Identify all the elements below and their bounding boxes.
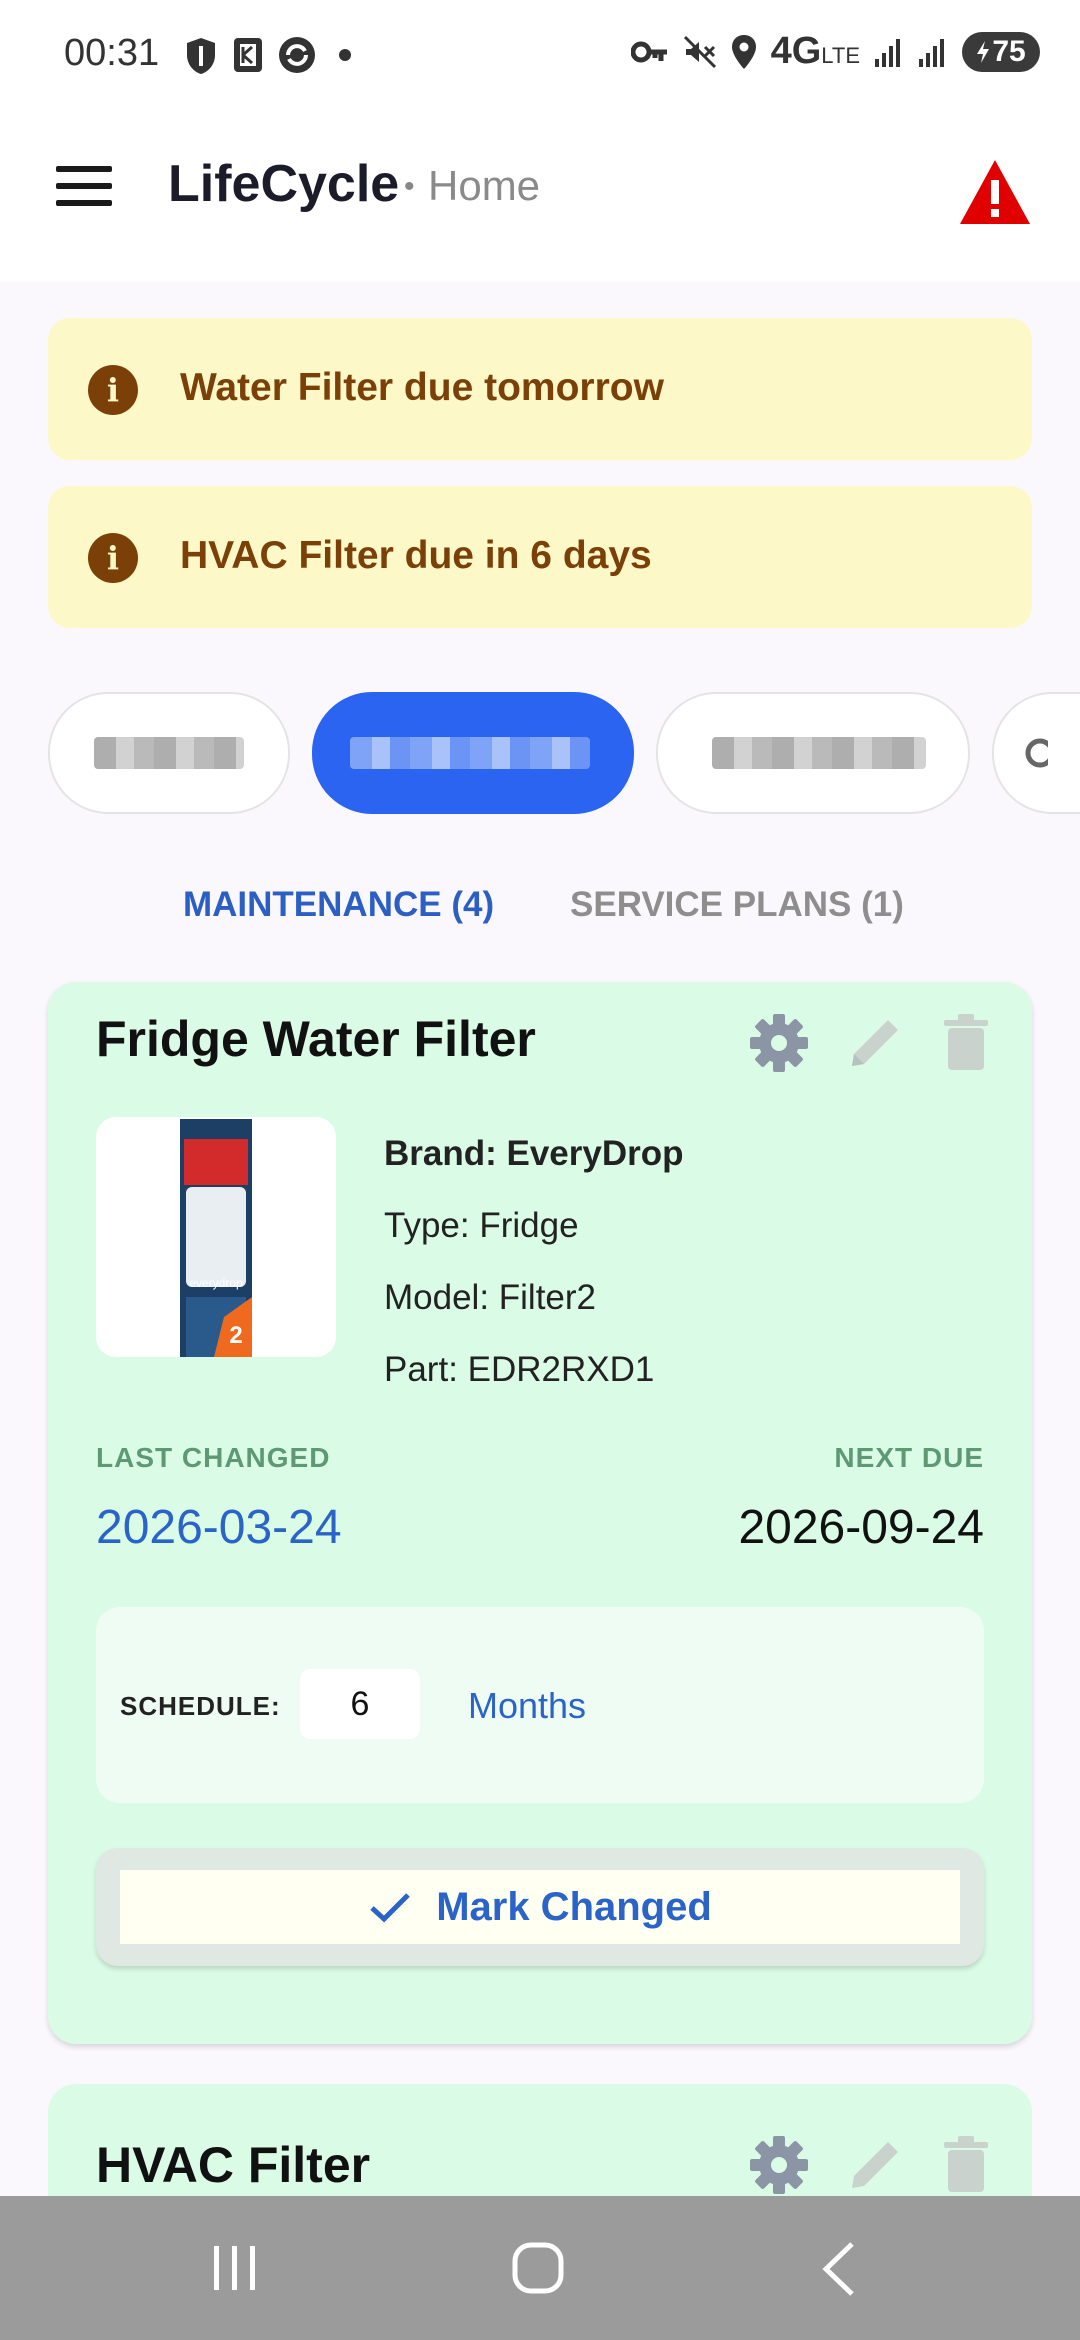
warning-icon[interactable] (958, 158, 1032, 226)
schedule-label: SCHEDULE: (120, 1691, 281, 1721)
delete-trash-icon[interactable] (940, 1012, 992, 1074)
alert-text: Water Filter due tomorrow (180, 366, 664, 409)
recent-apps-icon[interactable] (210, 2242, 260, 2294)
gear-icon[interactable] (748, 1012, 810, 1074)
hamburger-icon (56, 166, 112, 172)
filter-chip[interactable] (656, 692, 970, 814)
filter-chip-active[interactable] (312, 692, 634, 814)
info-icon: i (88, 365, 138, 415)
gear-icon[interactable] (748, 2134, 810, 2196)
spec-part: Part: EDR2RXD1 (384, 1350, 655, 1389)
next-due-date: 2026-09-24 (738, 1501, 984, 1554)
schedule-panel: SCHEDULE: 6 Months (96, 1607, 984, 1803)
mark-changed-button[interactable]: Mark Changed (96, 1848, 984, 1966)
checkmark-icon (370, 1893, 410, 1923)
app-bar: LifeCycle • Home (0, 110, 1080, 282)
shield-icon (187, 38, 215, 74)
product-badge-text: 2 (229, 1322, 242, 1349)
filter-chip[interactable] (48, 692, 290, 814)
network-type: 4GLTE (770, 30, 860, 72)
tab-service-plans[interactable]: SERVICE PLANS (1) (570, 885, 904, 925)
alert-banner[interactable]: i HVAC Filter due in 6 days (48, 486, 1032, 628)
k-badge-icon (234, 38, 262, 72)
edit-pencil-icon[interactable] (844, 2134, 906, 2196)
location-icon (731, 34, 756, 69)
spec-model: Model: Filter2 (384, 1278, 597, 1317)
delete-trash-icon[interactable] (940, 2134, 992, 2196)
product-brand-text: everydrop (189, 1276, 243, 1290)
mark-changed-label: Mark Changed (436, 1884, 712, 1929)
status-time: 00:31 (64, 32, 160, 74)
product-image: everydrop 2 (96, 1117, 336, 1357)
card-actions (748, 2134, 992, 2196)
redacted-label (350, 737, 590, 769)
info-icon: i (88, 533, 138, 583)
sync-app-icon (279, 37, 315, 73)
alert-banner[interactable]: i Water Filter due tomorrow (48, 318, 1032, 460)
page-subtitle: Home (428, 162, 541, 209)
home-icon[interactable] (510, 2240, 566, 2296)
vpn-key-icon (630, 41, 667, 62)
spec-brand: Brand: EveryDrop (384, 1134, 684, 1173)
signal-icon-2 (919, 38, 944, 67)
maintenance-card: Fridge Water Filter everydrop 2 Brand: E… (48, 982, 1032, 2044)
signal-icon (875, 38, 900, 67)
card-title: HVAC Filter (96, 2137, 371, 2193)
edit-pencil-icon[interactable] (844, 1012, 906, 1074)
notification-dot-icon (339, 49, 351, 61)
alert-text: HVAC Filter due in 6 days (180, 534, 652, 577)
card-actions (748, 1012, 992, 1074)
settings-icon (1025, 738, 1048, 768)
back-icon[interactable] (818, 2240, 858, 2298)
last-changed-label: LAST CHANGED (96, 1442, 331, 1473)
mute-icon (683, 35, 716, 68)
battery-indicator: 75 (962, 31, 1040, 72)
next-due-label: NEXT DUE (834, 1442, 984, 1473)
app-title: LifeCycle (168, 155, 400, 213)
tab-maintenance[interactable]: MAINTENANCE (4) (183, 885, 494, 925)
schedule-input[interactable]: 6 (300, 1669, 420, 1739)
filter-chip[interactable] (992, 692, 1080, 814)
last-changed-date[interactable]: 2026-03-24 (96, 1500, 342, 1555)
status-right: 4GLTE 75 (630, 30, 1040, 73)
redacted-label (94, 737, 244, 769)
card-title: Fridge Water Filter (96, 1011, 536, 1067)
schedule-unit-dropdown[interactable]: Months (468, 1685, 586, 1727)
title-separator: • (404, 170, 415, 203)
status-bar: 00:31 4GLTE 75 (0, 0, 1080, 110)
spec-type: Type: Fridge (384, 1206, 579, 1245)
charging-bolt-icon (977, 40, 990, 63)
redacted-label (712, 737, 926, 769)
menu-button[interactable] (56, 166, 112, 210)
system-nav-bar (0, 2196, 1080, 2340)
